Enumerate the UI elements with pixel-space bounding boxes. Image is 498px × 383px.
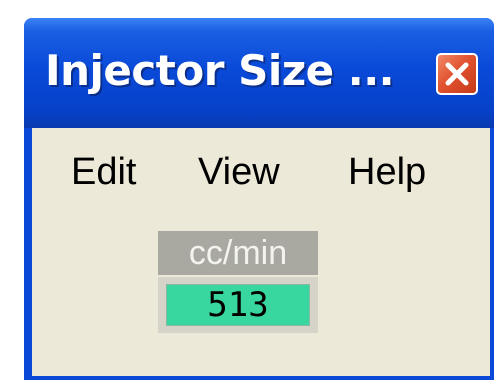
menu-bar: Edit View Help — [32, 128, 490, 210]
menu-view[interactable]: View — [198, 150, 280, 194]
unit-label: cc/min — [158, 231, 318, 275]
window-bottom-border — [32, 376, 490, 380]
menu-edit[interactable]: Edit — [71, 150, 136, 194]
menu-help[interactable]: Help — [348, 150, 426, 194]
client-area: cc/min 513 — [32, 210, 490, 376]
close-icon — [445, 62, 469, 86]
value-frame: 513 — [158, 277, 318, 333]
window-title: Injector Size ... — [45, 46, 395, 95]
title-bar[interactable]: Injector Size ... — [24, 18, 494, 128]
app-window: Injector Size ... Edit View Help cc/min … — [24, 18, 494, 380]
close-button[interactable] — [436, 53, 478, 95]
injector-size-value[interactable]: 513 — [166, 284, 310, 326]
